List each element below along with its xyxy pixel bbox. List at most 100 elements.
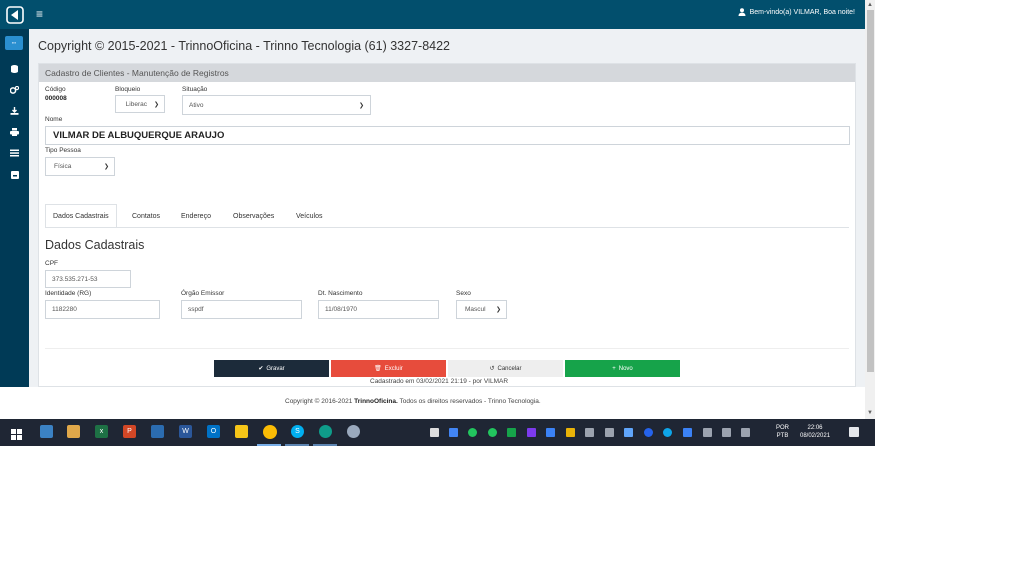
powerpoint-icon[interactable]: P	[123, 425, 136, 438]
sexo-label: Sexo	[456, 290, 471, 297]
scroll-thumb[interactable]	[867, 10, 874, 372]
tray-app-icon[interactable]	[468, 428, 477, 437]
keyboard-layout: PTB	[776, 433, 789, 439]
tab-contatos[interactable]: Contatos	[125, 204, 167, 228]
tipo-pessoa-select[interactable]: Física ❯	[45, 157, 115, 176]
notifications-icon[interactable]	[849, 427, 859, 437]
vertical-scrollbar[interactable]: ▲ ▼	[865, 0, 875, 419]
codigo-value: 000008	[45, 95, 67, 102]
app-logo-icon[interactable]: ▪▪▪	[5, 36, 23, 50]
active-app-indicator	[285, 444, 309, 446]
clock[interactable]: 22:06 08/02/2021	[800, 424, 830, 440]
cpf-input[interactable]: 373.535.271-53	[45, 270, 131, 288]
panel-title: Cadastro de Clientes - Manutenção de Reg…	[39, 64, 855, 82]
sexo-value: Mascul	[465, 306, 486, 313]
gravar-button[interactable]: ✔ Gravar	[214, 360, 329, 377]
nascimento-label: Dt. Nascimento	[318, 290, 363, 297]
outlook-icon[interactable]: O	[207, 425, 220, 438]
clock-date: 08/02/2021	[800, 433, 831, 439]
nascimento-input[interactable]: 11/08/1970	[318, 300, 439, 319]
excluir-label: Excluir	[384, 365, 403, 372]
tray-app-icon[interactable]	[527, 428, 536, 437]
download-icon[interactable]	[0, 104, 29, 118]
gravar-label: Gravar	[266, 365, 285, 372]
database-icon[interactable]	[0, 62, 29, 76]
tray-app-icon[interactable]	[507, 428, 516, 437]
nome-input[interactable]: VILMAR DE ALBUQUERQUE ARAUJO	[45, 126, 850, 145]
novo-button[interactable]: + Novo	[565, 360, 680, 377]
tab-veiculos[interactable]: Veículos	[289, 204, 329, 228]
tab-label: Endereço	[181, 212, 211, 220]
language-indicator[interactable]: POR PTB	[776, 424, 789, 440]
task-view-icon[interactable]	[40, 425, 53, 438]
sidebar: ▪▪▪	[0, 29, 29, 387]
tab-dados-cadastrais[interactable]: Dados Cadastrais	[45, 204, 117, 228]
orgao-emissor-label: Órgão Emissor	[181, 290, 225, 297]
report-icon[interactable]	[0, 168, 29, 182]
situacao-select[interactable]: Ativo ❯	[182, 95, 371, 115]
orgao-emissor-input[interactable]: sspdf	[181, 300, 302, 319]
tray-app-icon[interactable]	[566, 428, 575, 437]
battery-icon[interactable]	[722, 428, 731, 437]
sexo-select[interactable]: Mascul ❯	[456, 300, 507, 319]
bloqueio-value: Liberac	[125, 100, 147, 108]
client-form-panel: Cadastro de Clientes - Manutenção de Reg…	[38, 63, 856, 387]
tipo-pessoa-label: Tipo Pessoa	[45, 147, 81, 154]
active-app-indicator	[257, 444, 281, 446]
tray-app-icon[interactable]	[546, 428, 555, 437]
bluetooth-icon[interactable]	[644, 428, 653, 437]
file-explorer-icon[interactable]	[67, 425, 80, 438]
rg-input[interactable]: 1182280	[45, 300, 160, 319]
tray-app-icon[interactable]	[430, 428, 439, 437]
app-icon[interactable]	[347, 425, 360, 438]
windows-start-icon[interactable]	[11, 427, 22, 440]
section-title: Dados Cadastrais	[45, 238, 145, 252]
sticky-notes-icon[interactable]	[235, 425, 248, 438]
main-content: Copyright © 2015-2021 - TrinnoOficina - …	[29, 29, 865, 387]
chevron-down-icon: ❯	[153, 101, 159, 108]
situacao-label: Situação	[182, 86, 208, 93]
tray-app-icon[interactable]	[663, 428, 672, 437]
browser-viewport: ≡ Bem-vindo(a) VILMAR, Boa noite! ▪▪▪ Co…	[0, 0, 875, 446]
tray-app-icon[interactable]	[585, 428, 594, 437]
wifi-icon[interactable]	[703, 428, 712, 437]
scroll-up-icon[interactable]: ▲	[865, 0, 875, 10]
tab-observacoes[interactable]: Observações	[226, 204, 281, 228]
user-menu[interactable]: Bem-vindo(a) VILMAR, Boa noite!	[738, 8, 855, 16]
volume-icon[interactable]	[741, 428, 750, 437]
tab-endereco[interactable]: Endereço	[174, 204, 218, 228]
situacao-value: Ativo	[189, 101, 204, 109]
brand-logo-icon[interactable]	[0, 0, 29, 29]
undo-icon: ↺	[489, 366, 495, 372]
scroll-down-icon[interactable]: ▼	[865, 408, 875, 418]
list-icon[interactable]	[0, 146, 29, 160]
tray-app-icon[interactable]	[605, 428, 614, 437]
hamburger-icon[interactable]: ≡	[36, 7, 50, 21]
cancelar-button[interactable]: ↺ Cancelar	[448, 360, 563, 377]
edge-icon[interactable]	[319, 425, 332, 438]
tray-app-icon[interactable]	[488, 428, 497, 437]
nome-label: Nome	[45, 116, 63, 123]
footer-brand: TrinnoOficina.	[354, 398, 398, 405]
plus-icon: +	[612, 365, 616, 372]
drive-icon[interactable]	[449, 428, 458, 437]
excluir-button[interactable]: 🗑 Excluir	[331, 360, 446, 377]
bloqueio-select[interactable]: Liberac ❯	[115, 95, 165, 113]
rg-label: Identidade (RG)	[45, 290, 92, 297]
tab-label: Observações	[233, 212, 275, 220]
cogs-icon[interactable]	[0, 83, 29, 97]
tray-app-icon[interactable]	[683, 428, 692, 437]
word-icon[interactable]: W	[179, 425, 192, 438]
skype-icon[interactable]: S	[291, 425, 304, 438]
tab-label: Veículos	[296, 212, 323, 220]
print-icon[interactable]	[0, 125, 29, 139]
mail-icon[interactable]	[151, 425, 164, 438]
chevron-down-icon: ❯	[103, 164, 109, 170]
chrome-icon[interactable]	[263, 425, 277, 439]
bloqueio-label: Bloqueio	[115, 86, 141, 93]
nascimento-value: 11/08/1970	[325, 306, 358, 313]
dropbox-icon[interactable]	[624, 428, 633, 437]
excel-icon[interactable]: x	[95, 425, 108, 438]
footer-prefix: Copyright © 2016-2021	[285, 398, 355, 405]
cpf-value: 373.535.271-53	[52, 275, 98, 283]
